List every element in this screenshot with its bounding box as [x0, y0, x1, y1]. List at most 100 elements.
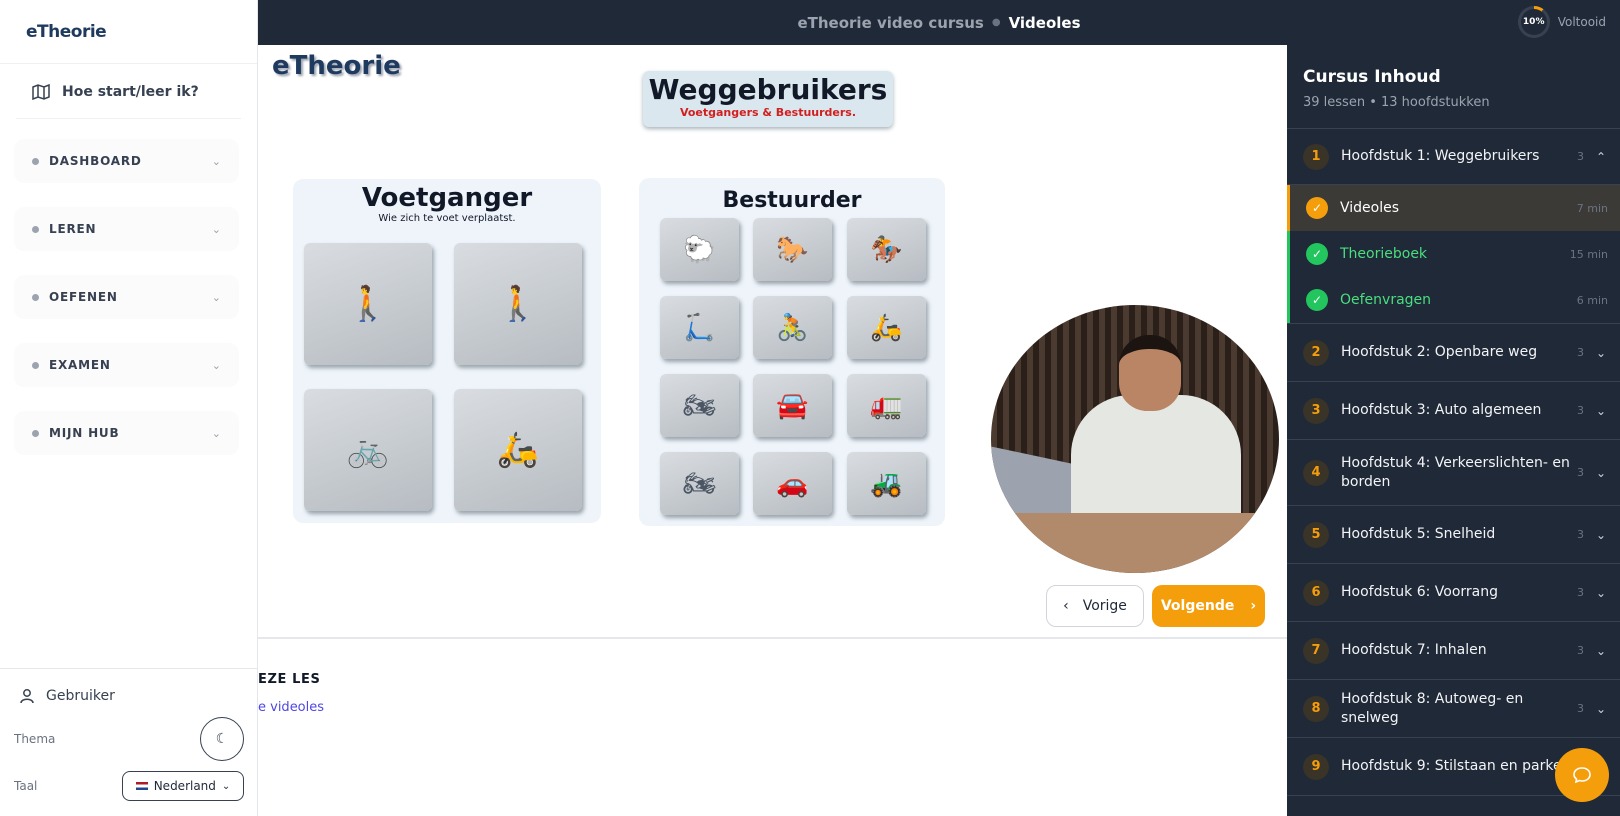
sidebar-item-examen[interactable]: EXAMEN ⌄	[14, 343, 239, 387]
chapter-1[interactable]: 1 Hoofdstuk 1: Weggebruikers 3 ⌃	[1287, 129, 1620, 185]
lesson-videoles[interactable]: ✓ Videoles 7 min	[1287, 185, 1620, 231]
sidebar-item-dashboard[interactable]: DASHBOARD ⌄	[14, 139, 239, 183]
bullet-icon	[32, 157, 39, 165]
chevron-down-icon: ⌄	[211, 222, 221, 236]
user-name: Gebruiker	[46, 688, 115, 704]
chapter-number: 1	[1303, 143, 1329, 170]
chapter-lesson-count: 3	[1576, 528, 1584, 541]
map-icon	[32, 84, 50, 100]
language-value: Nederland	[153, 779, 216, 793]
chapter-6[interactable]: 6 Hoofdstuk 6: Voorrang 3 ⌄	[1287, 564, 1620, 622]
lesson-oefenvragen[interactable]: ✓ Oefenvragen 6 min	[1287, 277, 1620, 323]
man-with-bicycle-image: 🚲	[304, 389, 432, 511]
theme-label: Thema	[14, 732, 56, 746]
chapter-4[interactable]: 4 Hoofdstuk 4: Verkeerslichten- en borde…	[1287, 440, 1620, 506]
chapter-3[interactable]: 3 Hoofdstuk 3: Auto algemeen 3 ⌄	[1287, 382, 1620, 440]
chapter-number: 8	[1303, 695, 1329, 722]
bullet-icon	[32, 429, 39, 437]
user-menu[interactable]: Gebruiker	[18, 687, 244, 705]
chapter-8[interactable]: 8 Hoofdstuk 8: Autoweg- en snelweg 3 ⌄	[1287, 680, 1620, 738]
cyclist-image: 🚴	[753, 296, 832, 359]
video-player[interactable]: eTheorie Weggebruikers Voetgangers & Bes…	[258, 45, 1287, 637]
instructor-video-circle	[991, 305, 1279, 573]
sidebar-item-leren[interactable]: LEREN ⌄	[14, 207, 239, 251]
lesson-info-link[interactable]: e videoles	[258, 700, 324, 715]
chevron-down-icon: ⌄	[221, 780, 231, 792]
car-image: 🚘	[753, 374, 832, 437]
next-label: Volgende	[1160, 598, 1235, 614]
bullet-icon	[32, 293, 39, 301]
sidebar-item-label: OEFENEN	[49, 290, 118, 304]
language-select[interactable]: Nederland ⌄	[122, 771, 244, 801]
children-walking-image: 🚶	[304, 243, 432, 365]
video-subtitle: Voetgangers & Bestuurders.	[679, 106, 857, 119]
check-icon: ✓	[1306, 243, 1328, 265]
chevron-down-icon: ⌄	[211, 358, 221, 372]
e-scooter-image: 🛴	[660, 296, 739, 359]
chevron-down-icon: ⌄	[1595, 643, 1606, 658]
chevron-down-icon: ⌄	[1595, 403, 1606, 418]
chapter-5[interactable]: 5 Hoofdstuk 5: Snelheid 3 ⌄	[1287, 506, 1620, 564]
chevron-left-icon: ‹	[1063, 598, 1069, 614]
chat-button[interactable]	[1555, 748, 1609, 802]
bestuurder-title: Bestuurder	[722, 188, 862, 213]
chevron-up-icon: ⌃	[1595, 149, 1606, 164]
bestuurder-panel: Bestuurder 🐑 🐎 🏇 🛴 🚴 🛵 🏍 🚘 🚛 🏍 🚗 🚜	[639, 178, 945, 526]
chevron-down-icon: ⌄	[1595, 465, 1606, 480]
chapter-number: 4	[1303, 459, 1329, 486]
chevron-down-icon: ⌄	[211, 426, 221, 440]
man-walking-image: 🚶	[454, 243, 582, 365]
theme-toggle-button[interactable]: ☾	[200, 717, 244, 761]
sidebar-item-label: DASHBOARD	[49, 154, 142, 168]
instructor-head-shape	[1119, 335, 1181, 411]
course-content-sidebar: Cursus Inhoud 39 lessen • 13 hoofdstukke…	[1287, 45, 1620, 816]
chapter-lesson-count: 3	[1576, 644, 1584, 657]
chevron-down-icon: ⌄	[1595, 527, 1606, 542]
chapter-title: Hoofdstuk 6: Voorrang	[1341, 584, 1498, 600]
howto-link[interactable]: Hoe start/leer ik?	[16, 84, 241, 119]
chat-bubble-icon	[1573, 767, 1591, 784]
sidebar-item-oefenen[interactable]: OEFENEN ⌄	[14, 275, 239, 319]
howto-label: Hoe start/leer ik?	[62, 84, 199, 100]
sidebar-item-mijn-hub[interactable]: MIJN HUB ⌄	[14, 411, 239, 455]
bullet-icon	[32, 225, 39, 233]
chapter-number: 5	[1303, 521, 1329, 548]
left-sidebar: eTheorie Hoe start/leer ik? DASHBOARD ⌄ …	[0, 0, 258, 816]
course-title: Cursus Inhoud	[1303, 67, 1441, 87]
top-bar: eTheorie video cursus ● Videoles 10% Vol…	[258, 0, 1620, 45]
etheorie-logo[interactable]: eTheorie	[26, 22, 107, 42]
chapter-number: 3	[1303, 397, 1329, 424]
prev-button[interactable]: ‹ Vorige	[1046, 585, 1144, 627]
chevron-down-icon: ⌄	[211, 290, 221, 304]
lesson-title: Videoles	[1340, 200, 1400, 216]
chevron-right-icon: ›	[1250, 598, 1257, 614]
chevron-down-icon: ⌄	[1595, 701, 1606, 716]
sidebar-item-label: LEREN	[49, 222, 97, 236]
chapter-2[interactable]: 2 Hoofdstuk 2: Openbare weg 3 ⌄	[1287, 324, 1620, 382]
chapter-lesson-count: 3	[1576, 150, 1584, 163]
course-progress: 10% Voltooid	[1517, 6, 1606, 38]
breadcrumb-current: Videoles	[1008, 13, 1081, 32]
chapter-title: Hoofdstuk 3: Auto algemeen	[1341, 402, 1542, 418]
chapter-number: 2	[1303, 339, 1329, 366]
horse-rider-image: 🏇	[847, 218, 926, 281]
chapter-lesson-count: 3	[1576, 404, 1584, 417]
theme-row: Thema ☾	[14, 717, 244, 761]
chapter-number: 9	[1303, 753, 1329, 780]
lesson-theorieboek[interactable]: ✓ Theorieboek 15 min	[1287, 231, 1620, 277]
content-divider	[258, 637, 1287, 639]
breadcrumb-course[interactable]: eTheorie video cursus	[797, 14, 983, 32]
horse-led-image: 🐎	[753, 218, 832, 281]
video-title-banner: Weggebruikers Voetgangers & Bestuurders.	[643, 71, 893, 127]
voetganger-subtitle: Wie zich te voet verplaatst.	[378, 213, 516, 224]
moped-image: 🛵	[847, 296, 926, 359]
check-icon: ✓	[1306, 197, 1328, 219]
motorbike-image: 🏍	[660, 452, 739, 515]
course-header: Cursus Inhoud 39 lessen • 13 hoofdstukke…	[1287, 45, 1620, 129]
sidebar-item-label: MIJN HUB	[49, 426, 120, 440]
next-button[interactable]: Volgende ›	[1152, 585, 1265, 627]
chapter-title: Hoofdstuk 1: Weggebruikers	[1341, 148, 1540, 164]
truck-image: 🚛	[847, 374, 926, 437]
chapter-7[interactable]: 7 Hoofdstuk 7: Inhalen 3 ⌄	[1287, 622, 1620, 680]
video-logo: eTheorie	[272, 51, 401, 81]
